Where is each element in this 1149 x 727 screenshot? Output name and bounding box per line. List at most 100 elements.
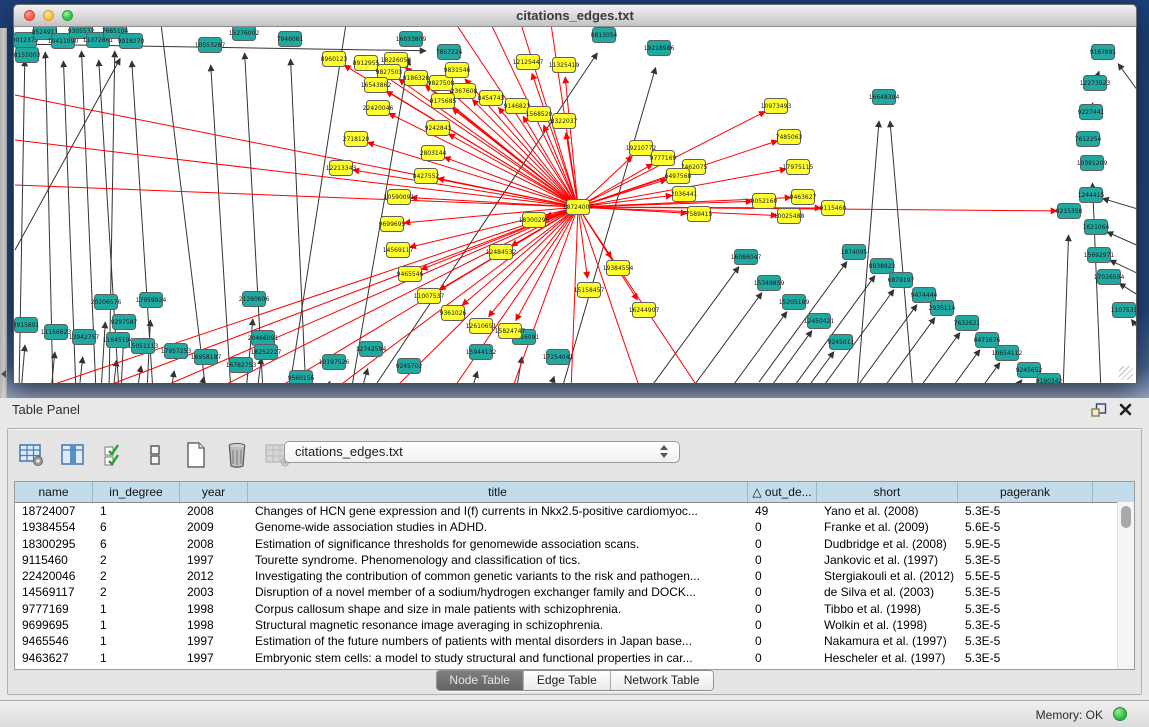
graph-node[interactable]: 15158457 bbox=[574, 283, 605, 298]
graph-node[interactable]: 8454743 bbox=[478, 91, 505, 106]
graph-node[interactable]: 12450421 bbox=[804, 314, 835, 329]
graph-node[interactable]: 6879197 bbox=[888, 273, 915, 288]
graph-node[interactable]: 9918270 bbox=[118, 34, 145, 49]
graph-node[interactable]: 9831546 bbox=[444, 63, 471, 78]
graph-node[interactable]: 17254041 bbox=[543, 350, 574, 365]
table-row[interactable]: 2242004622012Investigating the contribut… bbox=[15, 568, 1134, 584]
graph-node[interactable]: 9115460 bbox=[820, 201, 847, 216]
graph-node[interactable]: 15944132 bbox=[466, 345, 497, 360]
table-row[interactable]: 946554611997Estimation of the future num… bbox=[15, 633, 1134, 649]
graph-node[interactable]: 9699695 bbox=[379, 217, 406, 232]
graph-node[interactable]: 15276002 bbox=[229, 27, 260, 41]
graph-node[interactable]: 9465546 bbox=[397, 267, 424, 282]
graph-node[interactable]: 10553287 bbox=[195, 38, 226, 53]
graph-node[interactable]: 12125447 bbox=[513, 55, 544, 70]
graph-node[interactable]: 12610651 bbox=[466, 319, 497, 334]
graph-node[interactable]: 10973493 bbox=[761, 99, 792, 114]
new-table-icon[interactable] bbox=[182, 442, 210, 468]
graph-node[interactable]: 2718120 bbox=[343, 132, 370, 147]
graph-node[interactable]: 16086047 bbox=[731, 250, 762, 265]
graph-node[interactable]: 3915801 bbox=[14, 318, 40, 333]
table-settings-icon[interactable] bbox=[18, 442, 46, 468]
graph-node[interactable]: 9052160 bbox=[751, 194, 778, 209]
close-window-button[interactable] bbox=[24, 10, 35, 21]
graph-node[interactable]: 9245011 bbox=[828, 335, 855, 350]
graph-node[interactable]: 8155003 bbox=[14, 48, 41, 63]
graph-node[interactable]: 9242843 bbox=[425, 121, 452, 136]
graph-node[interactable]: 15051113 bbox=[128, 339, 159, 354]
graph-node[interactable]: 20466091 bbox=[248, 331, 279, 346]
graph-node[interactable]: 12213343 bbox=[326, 161, 357, 176]
tab-node-table[interactable]: Node Table bbox=[436, 671, 524, 690]
graph-node[interactable]: 19384554 bbox=[603, 261, 634, 276]
table-row[interactable]: 1872400712008Changes of HCN gene express… bbox=[15, 503, 1134, 519]
graph-node[interactable]: 9361026 bbox=[440, 306, 467, 321]
graph-node[interactable]: 12273923 bbox=[1080, 76, 1111, 91]
graph-node[interactable]: 2935114 bbox=[929, 301, 956, 316]
network-panel-gutter[interactable] bbox=[0, 28, 7, 398]
graph-node[interactable]: 9463627 bbox=[790, 190, 817, 205]
graph-node[interactable]: 12484532 bbox=[486, 245, 517, 260]
table-row[interactable]: 911546021997Tourette syndrome. Phenomeno… bbox=[15, 552, 1134, 568]
graph-node[interactable]: 7857224 bbox=[436, 45, 463, 60]
graph-node[interactable]: 21260606 bbox=[239, 292, 270, 307]
graph-node[interactable]: 7485063 bbox=[776, 130, 803, 145]
graph-node[interactable]: 10197526 bbox=[319, 355, 350, 370]
graph-node[interactable]: 8427552 bbox=[413, 169, 440, 184]
column-header-in-degree[interactable]: in_degree bbox=[93, 482, 180, 502]
network-canvas[interactable]: 9012375852491110411990930553211072861768… bbox=[13, 27, 1137, 383]
hub-node[interactable]: 18724007 bbox=[563, 200, 594, 215]
graph-node[interactable]: 1874095 bbox=[841, 245, 868, 260]
graph-node[interactable]: 14569117 bbox=[383, 243, 414, 258]
table-row[interactable]: 1938455462009Genome-wide association stu… bbox=[15, 519, 1134, 535]
graph-node[interactable]: 11325419 bbox=[549, 58, 580, 73]
column-header-out-degree-sorted[interactable]: △ out_de... bbox=[748, 482, 817, 502]
graph-node[interactable]: 9175685 bbox=[430, 94, 457, 109]
graph-node[interactable]: 12742594 bbox=[356, 342, 387, 357]
graph-node[interactable]: 20206576 bbox=[91, 295, 122, 310]
table-scrollbar[interactable] bbox=[1117, 502, 1134, 669]
tab-edge-table[interactable]: Edge Table bbox=[524, 671, 611, 690]
graph-node[interactable]: 9777169 bbox=[650, 151, 677, 166]
graph-node[interactable]: 7632621 bbox=[954, 316, 981, 331]
graph-node[interactable]: 10391209 bbox=[1077, 156, 1108, 171]
column-header-title[interactable]: title bbox=[248, 482, 748, 502]
graph-node[interactable]: 9245702 bbox=[396, 359, 423, 374]
graph-node[interactable]: 10025488 bbox=[774, 209, 805, 224]
zoom-window-button[interactable] bbox=[62, 10, 73, 21]
graph-node[interactable]: 8322037 bbox=[551, 114, 578, 129]
graph-node[interactable]: 15205189 bbox=[779, 295, 810, 310]
graph-node[interactable]: 9560156 bbox=[288, 371, 315, 384]
citation-network-graph[interactable]: 9012375852491110411990930553211072861768… bbox=[14, 27, 1136, 383]
graph-node[interactable]: 16648394 bbox=[869, 90, 900, 105]
column-header-name[interactable]: name bbox=[15, 482, 93, 502]
graph-node[interactable]: 2803144 bbox=[420, 146, 447, 161]
table-row[interactable]: 946362711997Embryonic stem cells: a mode… bbox=[15, 650, 1134, 666]
graph-node[interactable]: 16958187 bbox=[191, 350, 222, 365]
graph-node[interactable]: 1621064 bbox=[1083, 220, 1110, 235]
graph-node[interactable]: 7946061 bbox=[277, 32, 304, 47]
graph-node[interactable]: 16543862 bbox=[361, 78, 392, 93]
tab-network-table[interactable]: Network Table bbox=[611, 671, 713, 690]
graph-node[interactable]: 2036441 bbox=[671, 187, 698, 202]
graph-node[interactable]: 19218986 bbox=[644, 41, 675, 56]
float-panel-icon[interactable] bbox=[1091, 403, 1107, 417]
table-row[interactable]: 977716911998Corpus callosum shape and si… bbox=[15, 601, 1134, 617]
row-options-icon[interactable] bbox=[141, 442, 169, 468]
canvas-resize-grip[interactable] bbox=[1119, 366, 1133, 380]
table-select-dropdown[interactable]: citations_edges.txt bbox=[284, 441, 680, 463]
graph-node[interactable]: 8215358 bbox=[1056, 204, 1083, 219]
graph-node[interactable]: 9227441 bbox=[1078, 105, 1105, 120]
graph-node[interactable]: 16244907 bbox=[629, 303, 660, 318]
graph-node[interactable]: 16782753 bbox=[226, 358, 257, 373]
graph-node[interactable]: 8471676 bbox=[974, 333, 1001, 348]
window-titlebar[interactable]: citations_edges.txt bbox=[13, 4, 1137, 27]
table-row[interactable]: 1456911722003Disruption of a novel membe… bbox=[15, 584, 1134, 600]
graph-node[interactable]: 16033809 bbox=[396, 32, 427, 47]
graph-node[interactable]: 18300295 bbox=[519, 213, 550, 228]
collapse-panel-arrow-icon[interactable] bbox=[1, 370, 6, 378]
graph-node[interactable]: 8938923 bbox=[869, 259, 896, 274]
graph-node[interactable]: 17957253 bbox=[161, 344, 192, 359]
graph-node[interactable]: 1568520 bbox=[526, 107, 553, 122]
graph-node[interactable]: 17016504 bbox=[1094, 270, 1125, 285]
